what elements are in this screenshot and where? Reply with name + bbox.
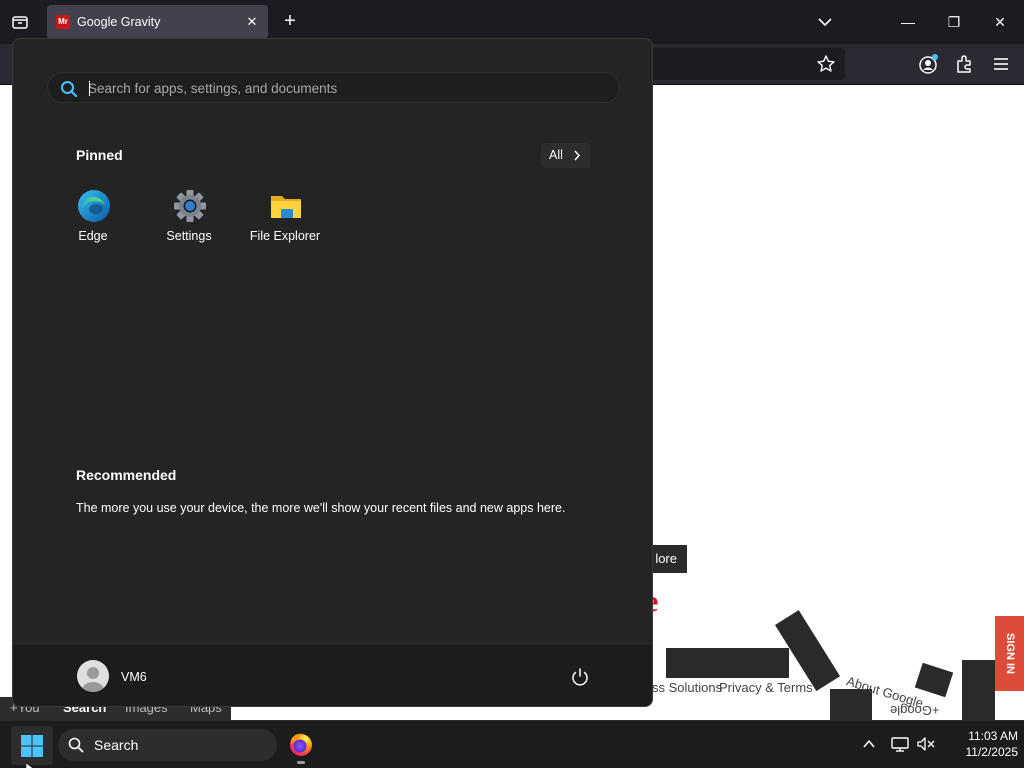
- restore-button[interactable]: ❐: [944, 12, 964, 32]
- taskbar-app-firefox[interactable]: [283, 726, 319, 765]
- clock-time: 11:03 AM: [968, 729, 1018, 743]
- fallen-block: [962, 660, 995, 720]
- pinned-heading: Pinned: [76, 147, 123, 163]
- pinned-app-file-explorer[interactable]: File Explorer: [240, 189, 330, 249]
- google-plus-link[interactable]: +Google: [890, 703, 940, 718]
- taskbar-search-box[interactable]: Search: [58, 729, 277, 761]
- menu-icon[interactable]: [990, 53, 1012, 75]
- business-link[interactable]: ss Solutions: [652, 680, 722, 695]
- running-indicator: [297, 761, 305, 764]
- folder-icon: [269, 189, 303, 223]
- account-icon[interactable]: [918, 53, 940, 75]
- clock-date: 11/2/2025: [965, 745, 1019, 759]
- recommended-empty-message: The more you use your device, the more w…: [76, 501, 566, 515]
- url-bar[interactable]: [620, 48, 845, 80]
- pinned-app-edge[interactable]: Edge: [48, 189, 138, 249]
- power-icon[interactable]: [569, 666, 591, 688]
- search-icon: [60, 80, 78, 98]
- all-apps-label: All: [549, 148, 563, 162]
- chevron-right-icon: [572, 143, 582, 177]
- chevron-down-icon[interactable]: [815, 12, 835, 32]
- pinned-app-label: Edge: [78, 229, 108, 243]
- favicon-icon: Mr: [56, 15, 70, 29]
- tab-list-icon[interactable]: [8, 10, 32, 34]
- pinned-app-settings[interactable]: Settings: [144, 189, 234, 249]
- pinned-app-label: File Explorer: [249, 229, 321, 243]
- new-tab-button[interactable]: +: [280, 11, 300, 33]
- text-caret: [89, 81, 90, 96]
- volume-muted-icon[interactable]: [916, 734, 936, 754]
- minimize-button[interactable]: —: [898, 12, 918, 32]
- extensions-icon[interactable]: [954, 53, 976, 75]
- tab-title: Google Gravity: [77, 15, 161, 29]
- close-tab-button[interactable]: ✕: [243, 13, 261, 31]
- all-apps-button[interactable]: All: [541, 143, 590, 168]
- mouse-cursor-icon: [25, 760, 34, 768]
- privacy-link[interactable]: Privacy & Terms: [719, 680, 813, 695]
- start-menu-footer: VM6: [13, 643, 652, 706]
- taskbar: Search 11:03 AM 11/2/2025: [0, 720, 1024, 768]
- fallen-search-box[interactable]: [666, 648, 789, 678]
- browser-tab[interactable]: Mr Google Gravity ✕: [47, 5, 268, 39]
- network-icon[interactable]: [890, 734, 910, 754]
- windows-logo-icon: [20, 734, 44, 758]
- close-window-button[interactable]: ✕: [990, 12, 1010, 32]
- system-clock[interactable]: 11:03 AM 11/2/2025: [940, 728, 1019, 760]
- pinned-app-label: Settings: [166, 229, 212, 243]
- start-search-box[interactable]: [47, 72, 620, 103]
- settings-gear-icon: [173, 189, 207, 223]
- star-icon[interactable]: [816, 54, 836, 74]
- chevron-up-icon[interactable]: [860, 735, 878, 753]
- sign-in-button[interactable]: SIGN IN: [995, 616, 1024, 691]
- recommended-heading: Recommended: [76, 467, 177, 483]
- taskbar-search-label: Search: [94, 737, 139, 753]
- search-icon: [68, 737, 84, 753]
- start-search-input[interactable]: [88, 78, 608, 98]
- firefox-icon: [290, 733, 312, 756]
- start-menu: Pinned All Edge: [12, 38, 653, 707]
- edge-icon: [77, 189, 111, 223]
- fallen-block: [914, 662, 954, 698]
- avatar[interactable]: [77, 660, 109, 692]
- user-name[interactable]: VM6: [121, 670, 147, 684]
